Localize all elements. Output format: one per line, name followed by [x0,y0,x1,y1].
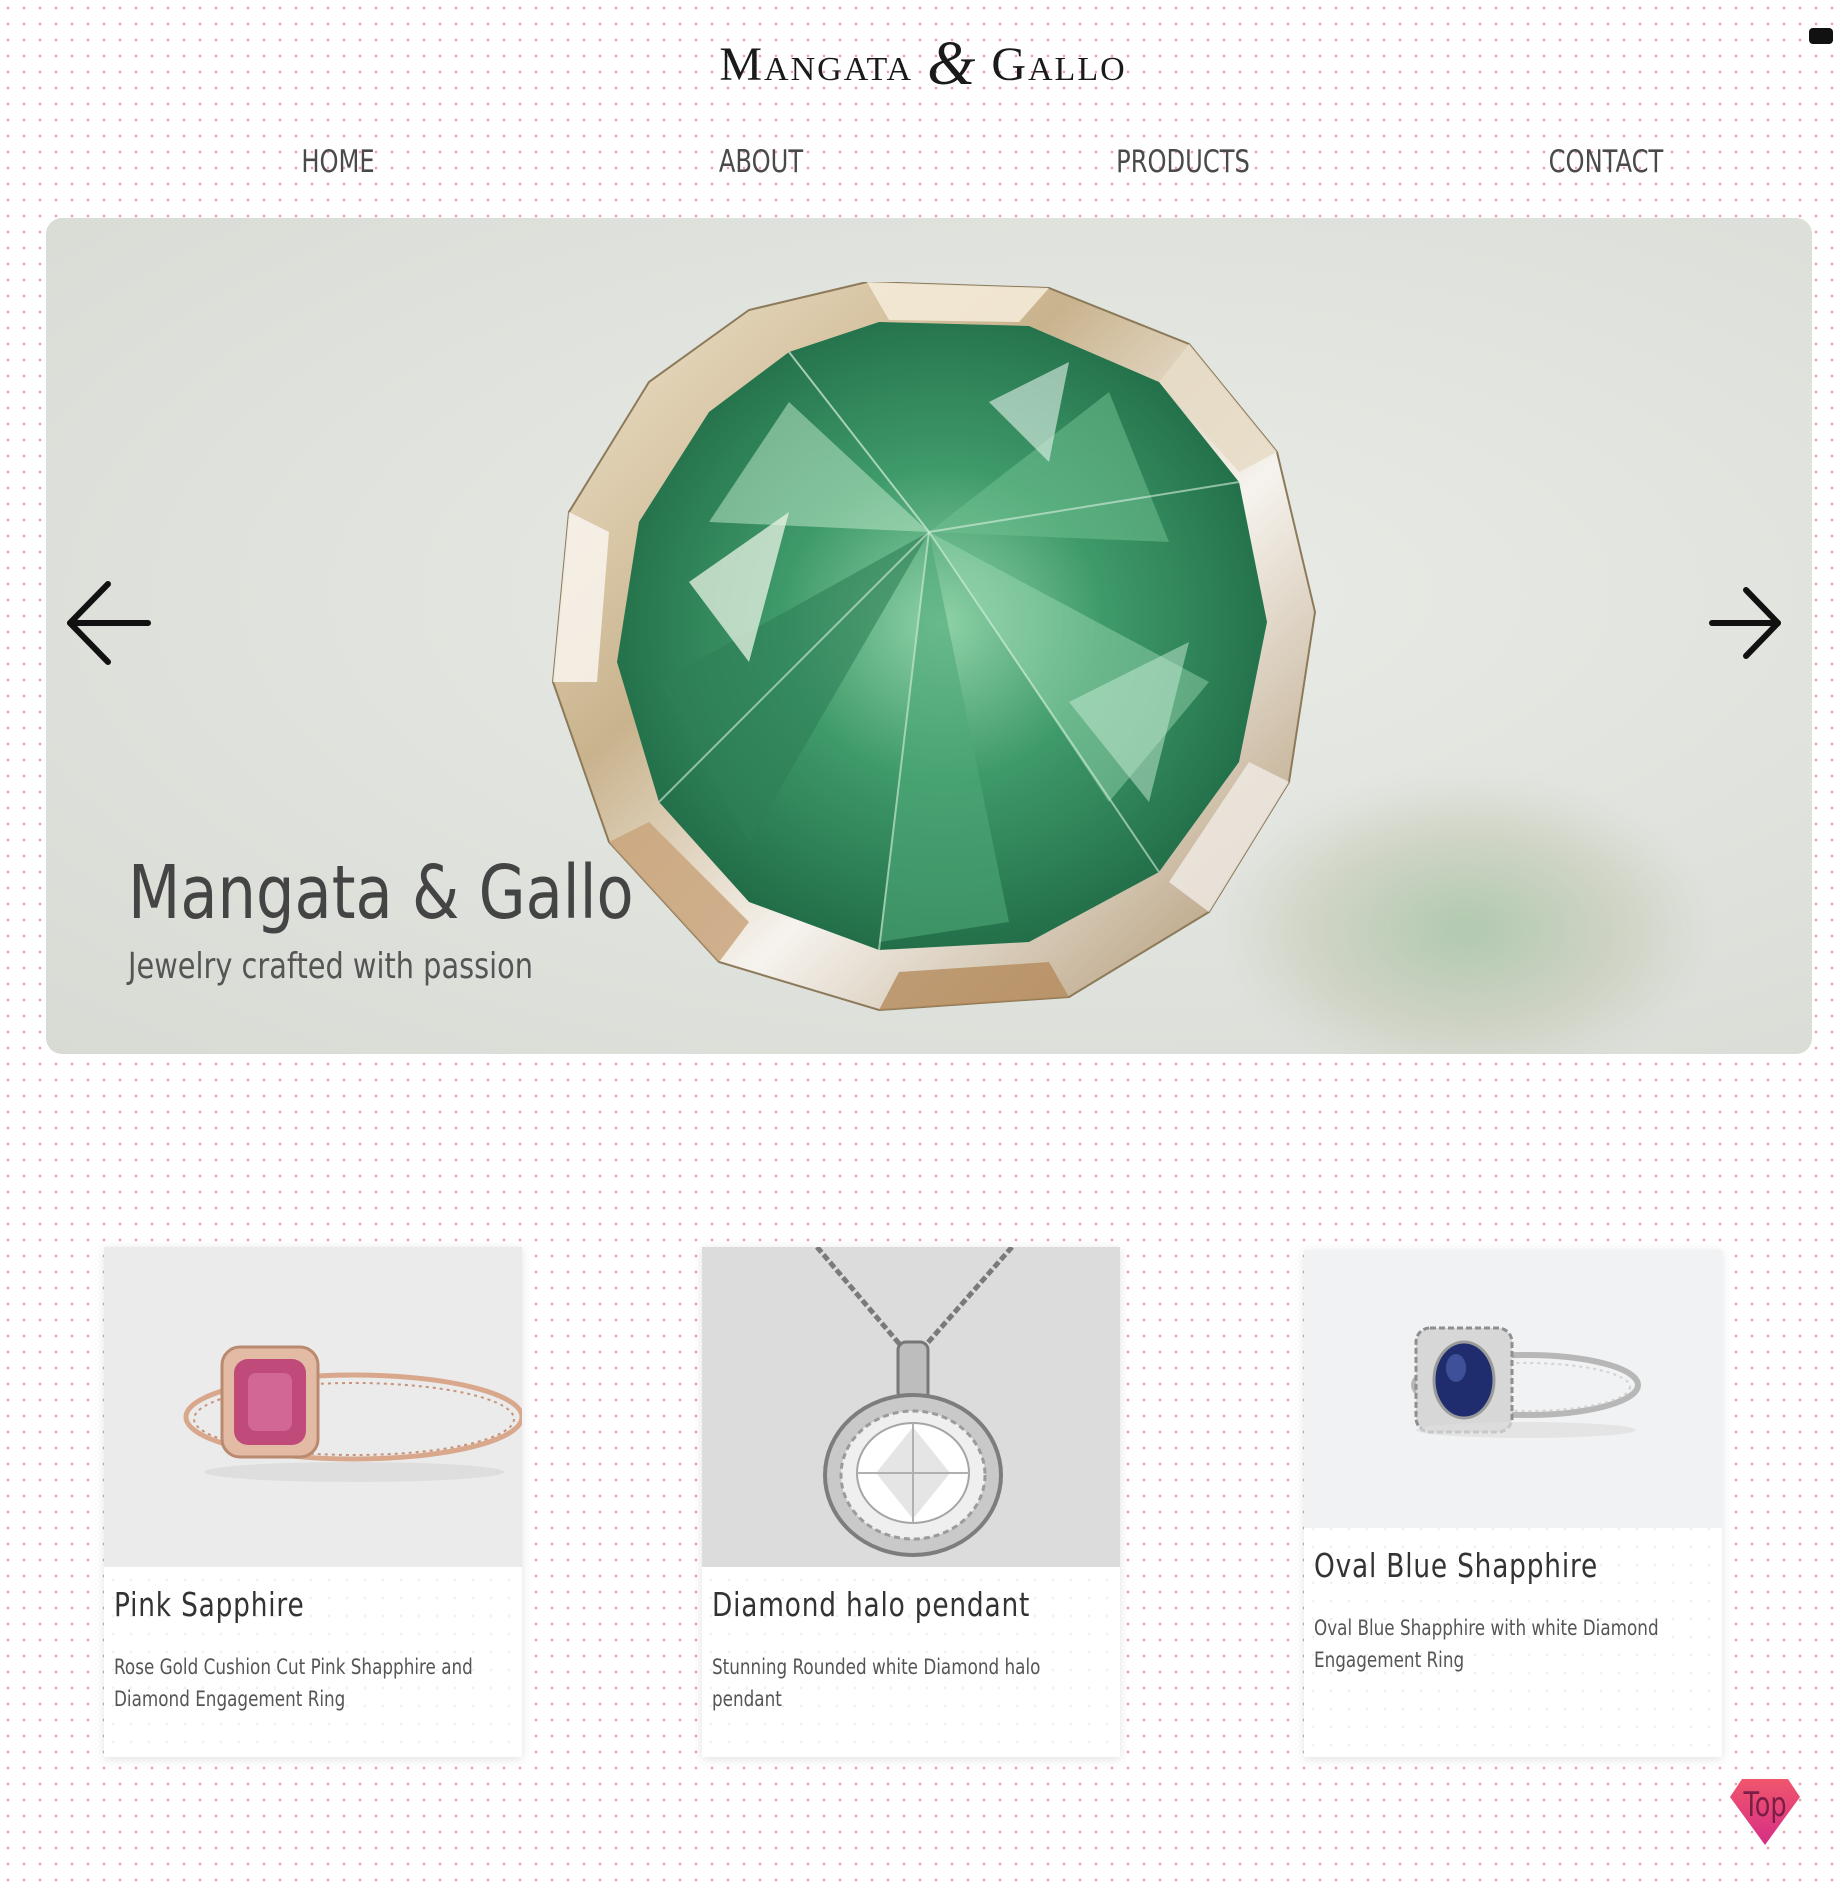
hero-subtitle: Jewelry crafted with passion [128,946,533,987]
arrow-right-icon[interactable] [1700,578,1790,668]
product-title: Oval Blue Shapphire [1314,1546,1599,1585]
product-title: Pink Sapphire [114,1585,305,1624]
pink-sapphire-ring-image [104,1247,525,1567]
back-to-top-button[interactable]: Top [1728,1777,1802,1847]
product-description: Stunning Rounded white Diamond halo pend… [712,1655,1041,1711]
hero-carousel: Mangata & Gallo Jewelry crafted with pas… [46,218,1812,1054]
nav-products[interactable]: PRODUCTS [1089,142,1276,182]
nav-contact[interactable]: CONTACT [1512,142,1699,182]
logo-word-left: Mangata [719,38,914,91]
arrow-left-icon[interactable] [62,578,152,668]
logo-word-right: Gallo [991,38,1127,91]
product-card-pink-sapphire[interactable]: Pink Sapphire Rose Gold Cushion Cut Pink… [104,1247,525,1757]
brand-logo[interactable]: Mangata & Gallo [0,33,1846,95]
nav-home[interactable]: HOME [244,142,431,182]
emerald-gem-image [551,282,1317,1012]
product-title: Diamond halo pendant [712,1585,1031,1624]
hero-title: Mangata & Gallo [128,850,634,936]
diamond-pendant-image [702,1245,1120,1567]
product-description: Oval Blue Shapphire with white Diamond E… [1314,1616,1659,1672]
window-control-icon[interactable] [1809,28,1833,44]
back-to-top-label: Top [1743,1785,1787,1825]
blue-sapphire-ring-image [1304,1250,1722,1528]
product-card-diamond-pendant[interactable]: Diamond halo pendant Stunning Rounded wh… [702,1245,1120,1757]
logo-ampersand: & [927,30,978,98]
product-card-oval-blue-sapphire[interactable]: Oval Blue Shapphire Oval Blue Shapphire … [1304,1250,1722,1757]
main-nav: HOME ABOUT PRODUCTS CONTACT [0,142,1846,186]
nav-about[interactable]: ABOUT [667,142,854,182]
product-description: Rose Gold Cushion Cut Pink Shapphire and… [114,1655,473,1711]
